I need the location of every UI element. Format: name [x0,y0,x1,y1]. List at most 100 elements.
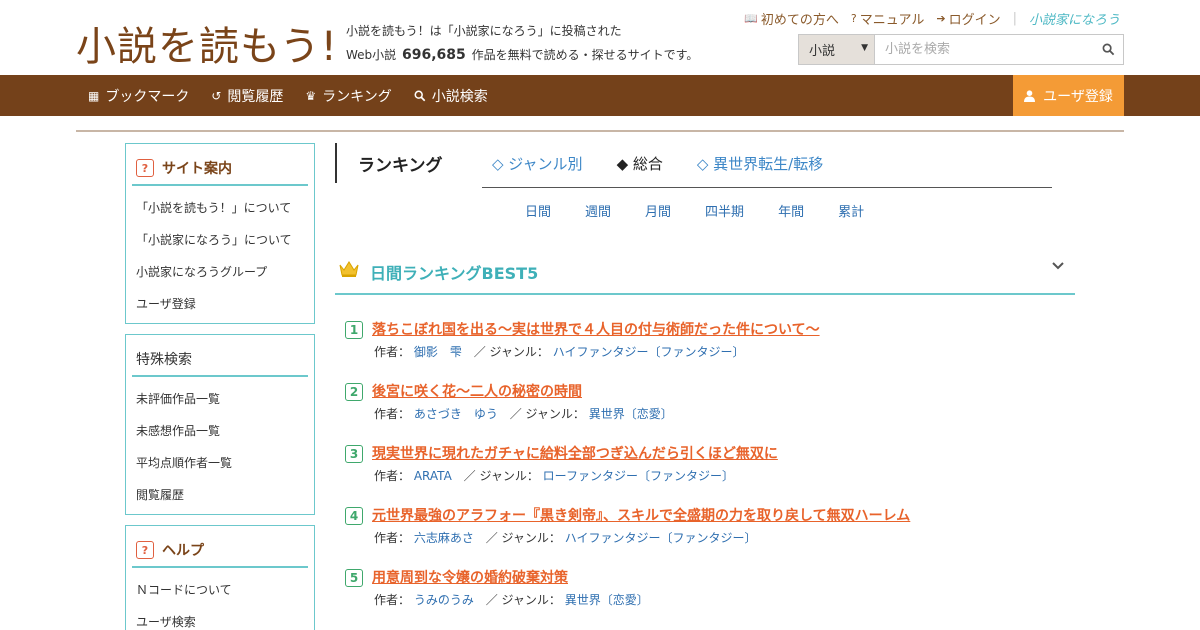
author-link[interactable]: 御影 雫 [414,345,462,359]
novel-meta: 作者： あさづき ゆう ／ ジャンル： 異世界〔恋愛〕 [374,405,673,422]
help-title-text: ヘルプ [162,543,204,559]
genre-link[interactable]: ハイファンタジー〔ファンタジー〕 [565,531,757,545]
chevron-down-icon[interactable] [1051,259,1065,273]
sidebar-item-about-narou[interactable]: 「小説家になろう」について [136,224,314,256]
author-link[interactable]: ARATA [414,469,452,483]
author-link[interactable]: うみのうみ [414,593,474,607]
sidebar-special-search: 特殊検索 未評価作品一覧 未感想作品一覧 平均点順作者一覧 閲覧履歴 [125,334,315,515]
special-search-title: 特殊検索 [132,343,308,377]
site-header: 小説を読もう! 小説を読もう！は「小説家になろう」に投稿された Web小説 69… [0,0,1200,75]
tab-genre[interactable]: ◇ ジャンル別 [492,153,583,174]
nav-history[interactable]: ↺ 閲覧履歴 [211,86,283,106]
login-link[interactable]: ➔ ログイン [936,9,1000,28]
special-search-title-text: 特殊検索 [136,352,192,368]
dropdown-arrow-icon: ▼ [861,43,868,53]
search-icon [1102,43,1114,56]
period-total[interactable]: 累計 [838,201,864,220]
manual-link[interactable]: ? マニュアル [851,9,924,28]
register-label: ユーザ登録 [1043,88,1113,105]
bookmark-icon: ▦ [88,88,100,103]
rank-number-badge: 1 [345,321,363,339]
login-icon: ➔ [936,12,946,25]
tagline-prefix: Web小説 [346,48,397,62]
author-label: 作者： [374,345,411,359]
novel-title-link[interactable]: 現実世界に現れたガチャに給料全部つぎ込んだら引くほど無双に [372,443,778,463]
nav-bookmark[interactable]: ▦ ブックマーク [88,86,189,106]
genre-link[interactable]: 異世界〔恋愛〕 [565,593,649,607]
first-time-label: 初めての方へ [760,13,839,28]
sidebar-item-narou-group[interactable]: 小説家になろうグループ [136,256,314,288]
tabs-divider [482,187,1052,188]
book-icon: 📖 [744,12,758,25]
genre-label: ／ ジャンル： [509,407,585,421]
site-logo[interactable]: 小説を読もう! [76,14,338,72]
sidebar-item-unrated[interactable]: 未評価作品一覧 [136,383,314,415]
novel-title-link[interactable]: 落ちこぼれ国を出る〜実は世界で４人目の付与術師だった件について〜 [372,319,820,339]
rank-number-badge: 4 [345,507,363,525]
author-link[interactable]: 六志麻あさ [414,531,474,545]
author-label: 作者： [374,407,411,421]
rank-number-badge: 2 [345,383,363,401]
site-info-title-text: サイト案内 [162,161,232,177]
sidebar-item-register[interactable]: ユーザ登録 [136,288,314,320]
author-label: 作者： [374,531,411,545]
novel-meta: 作者： 六志麻あさ ／ ジャンル： ハイファンタジー〔ファンタジー〕 [374,529,757,546]
period-links: 日間 週間 月間 四半期 年間 累計 [525,201,864,220]
sidebar-item-avg-score-authors[interactable]: 平均点順作者一覧 [136,447,314,479]
author-link[interactable]: あさづき ゆう [414,407,498,421]
genre-link[interactable]: ローファンタジー〔ファンタジー〕 [543,469,734,483]
ranking-tabs: ◇ ジャンル別 ◆ 総合 ◇ 異世界転生/転移 [492,153,823,174]
first-time-link[interactable]: 📖 初めての方へ [744,9,839,28]
period-quarterly[interactable]: 四半期 [705,201,744,220]
period-daily[interactable]: 日間 [525,201,551,220]
tab-isekai[interactable]: ◇ 異世界転生/転移 [697,153,823,174]
novel-meta: 作者： 御影 雫 ／ ジャンル： ハイファンタジー〔ファンタジー〕 [374,343,745,360]
novel-meta: 作者： ARATA ／ ジャンル： ローファンタジー〔ファンタジー〕 [374,467,734,484]
period-yearly[interactable]: 年間 [778,201,804,220]
top-links: 📖 初めての方へ ? マニュアル ➔ ログイン | 小説家になろう [744,9,1120,28]
sidebar-item-ncode[interactable]: Ｎコードについて [136,574,314,606]
manual-label: マニュアル [859,13,925,28]
genre-link[interactable]: ハイファンタジー〔ファンタジー〕 [553,345,745,359]
sidebar-item-user-search[interactable]: ユーザ検索 [136,606,314,630]
genre-link[interactable]: 異世界〔恋愛〕 [589,407,673,421]
genre-label: ／ ジャンル： [463,469,539,483]
help-circle-icon: ? [850,12,857,25]
login-label: ログイン [948,13,1001,28]
rank-number-badge: 5 [345,569,363,587]
novel-title-link[interactable]: 用意周到な令嬢の婚約破棄対策 [372,567,568,587]
best5-header[interactable]: 日間ランキングBEST5 [335,254,1075,295]
search-input[interactable] [875,35,1093,64]
nav-ranking[interactable]: ♛ ランキング [305,86,391,106]
narou-partner-logo[interactable]: 小説家になろう [1029,9,1120,28]
novel-title-link[interactable]: 元世界最強のアラフォー『黒き剣帝』、スキルで全盛期の力を取り戻して無双ハーレム [372,505,910,525]
top-links-divider: | [1012,11,1017,26]
tab-overall[interactable]: ◆ 総合 [617,153,663,174]
sidebar-help: ? ヘルプ Ｎコードについて ユーザ検索 [125,525,315,630]
nav-search[interactable]: 小説検索 [414,86,488,106]
sidebar-item-history[interactable]: 閲覧履歴 [136,479,314,511]
period-monthly[interactable]: 月間 [645,201,671,220]
crown-icon [339,261,359,277]
nav-ranking-label: ランキング [322,88,392,105]
search-icon [414,90,426,101]
genre-label: ／ ジャンル： [473,345,549,359]
sidebar-item-no-reviews[interactable]: 未感想作品一覧 [136,415,314,447]
search-type-select[interactable]: 小説 ▼ [799,35,875,64]
genre-label: ／ ジャンル： [485,593,561,607]
rank-number-badge: 3 [345,445,363,463]
novel-count: 696,685 [402,47,466,63]
register-button[interactable]: ユーザ登録 [1013,75,1124,116]
tagline-line1: 小説を読もう！は「小説家になろう」に投稿された [346,24,622,38]
author-label: 作者： [374,469,411,483]
period-weekly[interactable]: 週間 [585,201,611,220]
site-info-title: ? サイト案内 [132,152,308,186]
sidebar-item-about-yomou[interactable]: 「小説を読もう！」について [136,192,314,224]
question-icon: ? [136,541,154,559]
nav-bookmark-label: ブックマーク [105,88,190,105]
novel-title-link[interactable]: 後宮に咲く花～二人の秘密の時間 [372,381,582,401]
user-icon [1024,89,1036,102]
search-button[interactable] [1093,35,1123,64]
novel-meta: 作者： うみのうみ ／ ジャンル： 異世界〔恋愛〕 [374,591,649,608]
help-title: ? ヘルプ [132,534,308,568]
